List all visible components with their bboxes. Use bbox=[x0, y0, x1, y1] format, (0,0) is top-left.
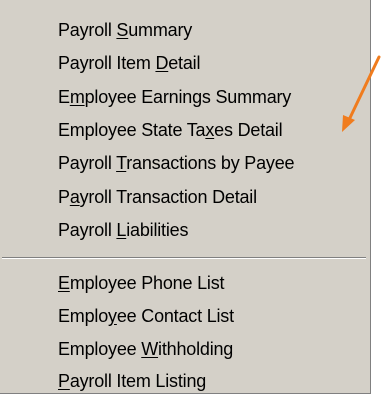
menu-item-accelerator: a bbox=[69, 187, 80, 207]
menu-item-payroll-transaction-detail[interactable]: Payroll Transaction Detail bbox=[58, 182, 257, 212]
menu-item-label: mployee Phone List bbox=[69, 273, 225, 293]
menu-item-accelerator: P bbox=[58, 371, 70, 391]
arrow-annotation-icon bbox=[342, 55, 381, 132]
menu-item-payroll-liabilities[interactable]: Payroll Liabilities bbox=[58, 215, 188, 245]
menu-item-payroll-transactions-by-payee[interactable]: Payroll Transactions by Payee bbox=[58, 148, 295, 178]
menu-item-label: Employee bbox=[58, 339, 142, 359]
menu-item-accelerator: D bbox=[155, 53, 169, 73]
menu-item-label: P bbox=[58, 187, 70, 207]
menu-item-payroll-summary[interactable]: Payroll Summary bbox=[58, 15, 192, 45]
menu-item-label: Employee State Ta bbox=[58, 120, 206, 140]
menu-item-label: ee Contact List bbox=[116, 306, 234, 326]
menu-item-label: etail bbox=[168, 53, 201, 73]
menu-item-employee-contact-list[interactable]: Employee Contact List bbox=[58, 301, 234, 331]
menu-item-accelerator: T bbox=[116, 153, 127, 173]
screenshot-stage: Payroll Summary Payroll Item Detail Empl… bbox=[0, 0, 381, 404]
menu-item-accelerator: m bbox=[69, 87, 85, 107]
menu-item-label: Payroll bbox=[58, 220, 117, 240]
menu-item-accelerator: y bbox=[108, 306, 117, 326]
reports-payroll-submenu: Payroll Summary Payroll Item Detail Empl… bbox=[0, 0, 371, 394]
menu-item-payroll-item-listing[interactable]: Payroll Item Listing bbox=[58, 366, 206, 396]
menu-item-accelerator: L bbox=[116, 220, 127, 240]
menu-item-accelerator: W bbox=[141, 339, 159, 359]
menu-separator bbox=[2, 257, 366, 259]
menu-item-accelerator: S bbox=[116, 20, 129, 40]
menu-item-label: ayroll Item Listing bbox=[69, 371, 207, 391]
menu-item-label: iabilities bbox=[126, 220, 189, 240]
menu-item-employee-state-taxes-detail[interactable]: Employee State Taxes Detail bbox=[58, 115, 283, 145]
menu-item-label: Payroll Item bbox=[58, 53, 156, 73]
menu-item-label: yroll Transaction Detail bbox=[79, 187, 257, 207]
menu-item-label: Emplo bbox=[58, 306, 109, 326]
menu-item-employee-earnings-summary[interactable]: Employee Earnings Summary bbox=[58, 82, 291, 112]
menu-item-label: E bbox=[58, 87, 70, 107]
menu-item-label: Payroll bbox=[58, 153, 117, 173]
menu-item-label: ransactions by Payee bbox=[126, 153, 295, 173]
menu-item-accelerator: x bbox=[205, 120, 215, 140]
menu-item-label: Payroll bbox=[58, 20, 117, 40]
menu-item-label: ithholding bbox=[158, 339, 234, 359]
menu-item-employee-phone-list[interactable]: Employee Phone List bbox=[58, 268, 225, 298]
menu-item-label: es Detail bbox=[214, 120, 283, 140]
menu-item-accelerator: E bbox=[58, 273, 70, 293]
menu-item-label: ployee Earnings Summary bbox=[84, 87, 292, 107]
menu-item-payroll-item-detail[interactable]: Payroll Item Detail bbox=[58, 48, 200, 78]
menu-item-employee-withholding[interactable]: Employee Withholding bbox=[58, 334, 233, 364]
menu-item-label: ummary bbox=[128, 20, 193, 40]
